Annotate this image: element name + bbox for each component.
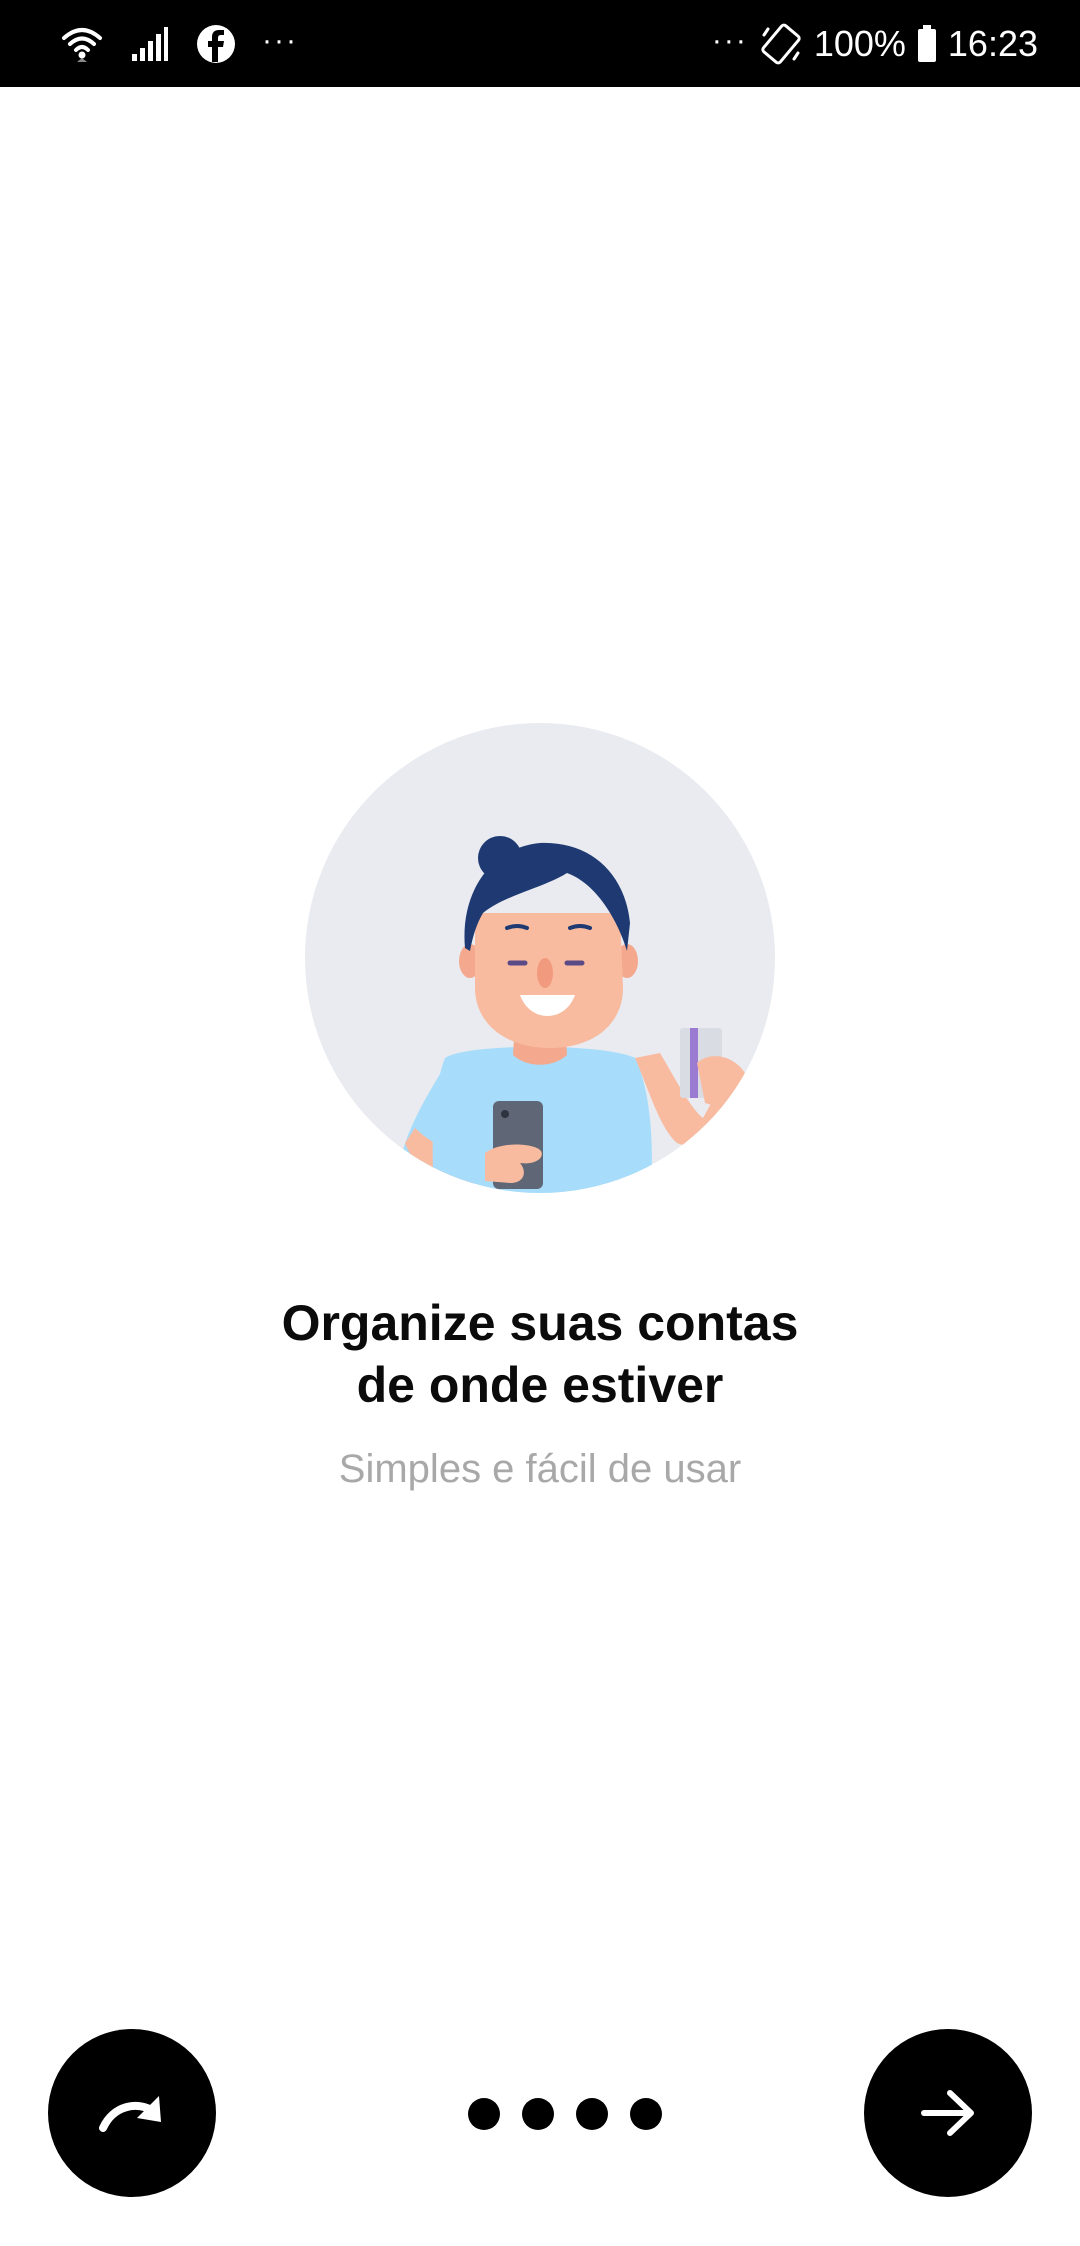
title-line-2: de onde estiver [356, 1357, 724, 1413]
page-indicator [468, 2098, 662, 2130]
wifi-icon [60, 22, 104, 66]
arrow-right-icon [918, 2087, 978, 2139]
page-dot-4 [630, 2098, 662, 2130]
battery-icon [916, 24, 938, 64]
facebook-icon [196, 24, 236, 64]
next-button[interactable] [864, 2029, 1032, 2197]
battery-percent: 100% [813, 22, 906, 64]
onboarding-screen: ··· ··· 100% 16:23 Organize suas contas … [0, 0, 1080, 2246]
status-bar-right: ··· 100% 16:23 [712, 0, 1038, 87]
clock: 16:23 [947, 22, 1038, 64]
page-dot-3 [576, 2098, 608, 2130]
skip-button[interactable] [48, 2029, 216, 2197]
status-bar-left: ··· [60, 0, 298, 87]
onboarding-subtitle: Simples e fácil de usar [338, 1447, 742, 1491]
rotate-icon [758, 21, 804, 67]
notification-overflow: ··· [262, 23, 298, 57]
title-line-1: Organize suas contas [281, 1295, 799, 1351]
redo-arrow-icon [97, 2088, 167, 2138]
signal-icon [130, 24, 170, 64]
status-overflow: ··· [711, 23, 748, 57]
onboarding-title: Organize suas contas de onde estiver [0, 1292, 1080, 1416]
page-dot-2 [522, 2098, 554, 2130]
page-dot-1 [468, 2098, 500, 2130]
status-bar: ··· ··· 100% 16:23 [0, 0, 1080, 87]
onboarding-illustration [305, 723, 775, 1193]
